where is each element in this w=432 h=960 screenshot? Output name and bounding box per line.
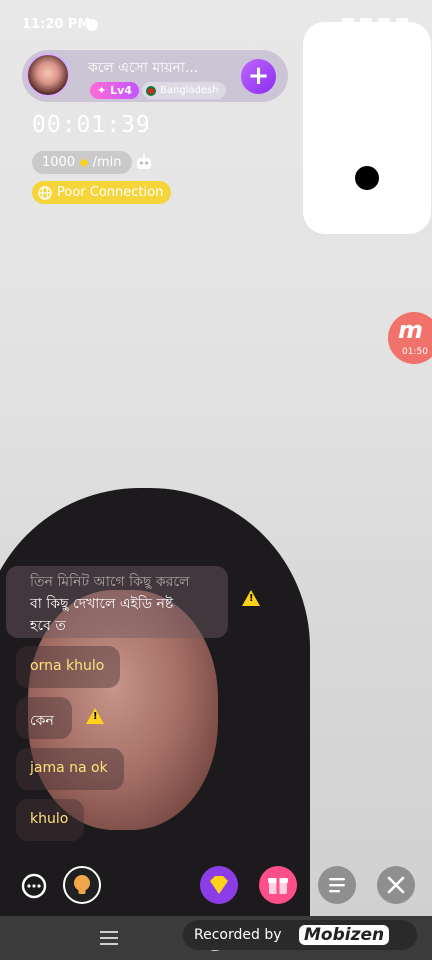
menu-icon (329, 878, 345, 893)
rate-value: 1000 (42, 155, 76, 170)
follow-button[interactable]: + (241, 59, 276, 94)
level-label: Lv4 (110, 84, 132, 97)
chat-message-text: orna khulo (30, 658, 105, 674)
host-avatar[interactable] (26, 53, 70, 97)
chat-message-line: বা কিছু দেখালে এইডি নষ্ট (30, 596, 174, 612)
chat-message-text: jama na ok (30, 760, 108, 776)
chat-message-card: কেন (16, 697, 72, 739)
chat-message-card: khulo (16, 799, 84, 841)
plus-icon: + (247, 61, 270, 91)
diamond-icon (210, 876, 228, 894)
chat-message-text: khulo (30, 811, 69, 827)
call-timer: 00:01:39 (32, 112, 151, 138)
camera-dot (355, 166, 379, 190)
chat-message-line: হবে ত (30, 618, 66, 634)
local-camera-preview[interactable] (303, 22, 431, 234)
chat-button[interactable] (16, 868, 52, 904)
gift-button[interactable] (259, 866, 297, 904)
end-call-button[interactable] (377, 866, 415, 904)
mobizen-recorder-bubble[interactable]: m 01:50 (388, 312, 432, 364)
warning-icon[interactable] (86, 708, 104, 724)
gift-icon (268, 878, 288, 894)
diamond-small-icon: ◆ (79, 155, 89, 169)
hint-button[interactable] (63, 866, 101, 904)
bangladesh-flag-icon (146, 85, 156, 96)
connection-status-badge: Poor Connection (32, 181, 172, 204)
country-label: Bangladesh (160, 85, 219, 96)
globe-icon (38, 185, 52, 200)
chat-message-card: orna khulo (16, 646, 120, 688)
robot-icon[interactable] (134, 153, 154, 173)
video-call-screen: 11:20 PM কলে এসো মায়না... ✦ Lv4 Banglad… (0, 0, 432, 960)
notification-icon (86, 19, 98, 31)
close-icon (387, 876, 405, 894)
level-icon: ✦ (97, 84, 107, 97)
level-badge: ✦ Lv4 (90, 82, 139, 99)
mobizen-logo-icon: m (398, 316, 424, 344)
chat-message-text: কেন (30, 713, 54, 729)
call-rate: 1000 ◆ /min (32, 151, 132, 174)
connection-status-text: Poor Connection (57, 185, 164, 200)
recording-banner: Recorded by Mobizen (183, 920, 417, 950)
recording-label: Recorded by (194, 927, 282, 943)
chat-message-card: jama na ok (16, 748, 124, 790)
chat-bubble-icon (21, 873, 47, 899)
diamond-button[interactable] (200, 866, 238, 904)
country-badge: Bangladesh (142, 82, 226, 99)
menu-button[interactable] (318, 866, 356, 904)
lightbulb-icon (74, 875, 90, 894)
recording-time: 01:50 (402, 347, 428, 357)
status-time: 11:20 PM (22, 17, 91, 32)
warning-icon[interactable] (242, 590, 260, 606)
rate-unit: /min (92, 155, 122, 170)
host-name: কলে এসো মায়না... (88, 60, 199, 76)
chat-message-line: তিন মিনিট আগে কিছু করলে (30, 574, 190, 590)
mobizen-logo: Mobizen (299, 925, 390, 945)
recent-apps-button[interactable] (100, 931, 118, 945)
host-info-pill[interactable]: কলে এসো মায়না... ✦ Lv4 Bangladesh + (22, 50, 288, 102)
